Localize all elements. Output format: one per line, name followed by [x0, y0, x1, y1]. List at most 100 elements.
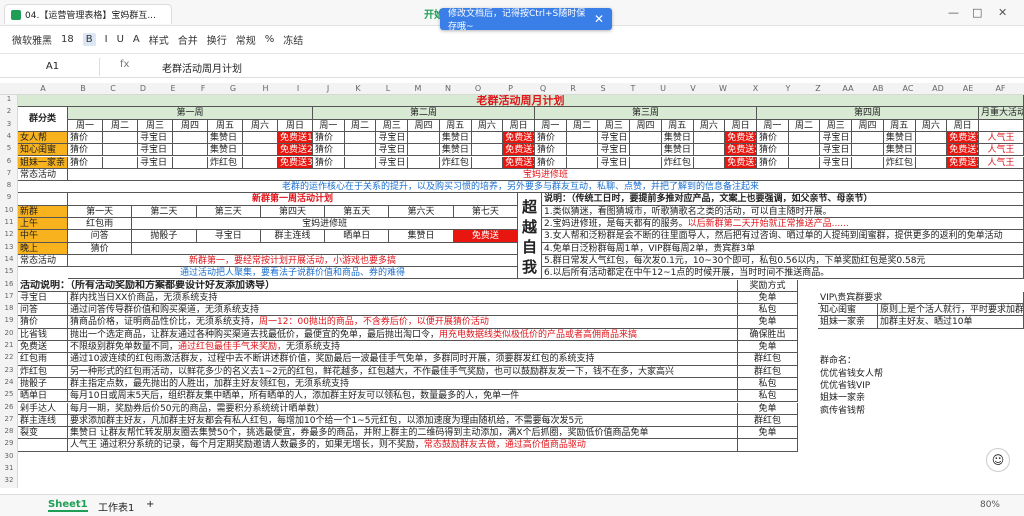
activity-cell[interactable]: 寻宝日 — [820, 131, 853, 145]
column-header[interactable]: G — [218, 83, 248, 95]
row-header[interactable]: 30 — [0, 452, 18, 464]
activity-cell[interactable] — [471, 131, 504, 145]
activity-cell[interactable] — [408, 156, 440, 169]
column-header[interactable]: R — [558, 83, 588, 95]
column-header[interactable]: T — [618, 83, 648, 95]
zoom-level[interactable]: 80% — [980, 500, 1000, 510]
activity-desc[interactable]: 群主指定点数，最先抛出的人胜出，加群主好友领红包，无须系统支持 — [68, 377, 738, 391]
activity-cell[interactable]: 集赞日 — [661, 131, 694, 145]
activity-cell[interactable]: 集赞日 — [883, 144, 916, 157]
column-header[interactable]: C — [98, 83, 128, 95]
row-header[interactable]: 29 — [0, 439, 18, 451]
formula-input[interactable]: 老群活动周月计划 — [162, 60, 242, 75]
activity-reward[interactable]: 私包 — [738, 304, 798, 317]
fx-icon[interactable]: fx — [120, 59, 129, 70]
morning-cell[interactable]: 宝妈进修班 — [132, 218, 518, 231]
column-header[interactable]: AE — [953, 83, 983, 95]
activity-cell[interactable]: 猜价 — [757, 144, 789, 157]
vip-row-req[interactable]: 原则上是个活人就行，平时要求加群 — [878, 304, 1024, 317]
noon-cell[interactable]: 问答 — [68, 230, 133, 243]
column-header[interactable]: H — [248, 83, 283, 95]
day-header[interactable]: 周二 — [103, 119, 138, 132]
activity-cell[interactable]: 集赞日 — [439, 144, 472, 157]
day-header[interactable]: 周日 — [947, 119, 979, 132]
column-header[interactable]: X — [738, 83, 773, 95]
blank[interactable] — [18, 193, 68, 206]
toolbar-item-7[interactable]: 合并 — [178, 32, 198, 47]
activity-cell[interactable] — [344, 144, 377, 157]
activity-cell[interactable]: 猜价 — [757, 156, 789, 169]
column-header[interactable]: L — [373, 83, 403, 95]
activity-cell[interactable]: 猜价 — [313, 131, 345, 145]
toolbar-item-10[interactable]: % — [265, 34, 275, 45]
activity-reward[interactable]: 免单 — [738, 427, 798, 440]
activity-name[interactable]: 剁手达人 — [18, 402, 68, 415]
activity-title[interactable]: 活动说明：（所有活动奖励和方案都要设计好友添加诱导） — [18, 279, 738, 292]
day-header[interactable]: 周四 — [408, 119, 440, 132]
activity-cell[interactable] — [566, 131, 599, 145]
new-day-header[interactable]: 第六天 — [389, 205, 454, 218]
column-header[interactable]: A — [18, 83, 68, 95]
activity-cell[interactable] — [471, 156, 504, 169]
column-header[interactable]: I — [283, 83, 313, 95]
free-gift-cell[interactable]: 免费送3 — [947, 156, 979, 169]
free-gift-cell[interactable]: 免费送2 — [278, 144, 313, 157]
day-header[interactable]: 周一 — [68, 119, 103, 132]
toolbar-item-8[interactable]: 换行 — [207, 32, 227, 47]
column-header[interactable]: K — [343, 83, 373, 95]
noon-cell[interactable]: 抛骰子 — [132, 230, 197, 243]
toolbar-item-9[interactable]: 常规 — [236, 32, 256, 47]
row-header[interactable]: 18 — [0, 304, 18, 316]
activity-desc[interactable]: 另一种形式的红包雨活动，以鲜花多少的名义去1~2元的红包，鲜花越多，红包越大，不… — [68, 365, 738, 378]
activity-cell[interactable]: 猜价 — [313, 156, 345, 169]
row-header[interactable]: 2 — [0, 107, 18, 119]
note-line[interactable]: 4.免单日泛粉群每周1单，VIP群每周2单，贵宾群3单 — [542, 242, 1024, 255]
row-header[interactable]: 6 — [0, 157, 18, 169]
noon-cell[interactable]: 寻宝日 — [196, 230, 261, 243]
free-gift-cell[interactable]: 免费送3 — [503, 156, 535, 169]
column-header[interactable]: J — [313, 83, 343, 95]
activity-name[interactable]: 抛骰子 — [18, 377, 68, 391]
close-window-icon[interactable]: ✕ — [998, 6, 1007, 19]
normal-value[interactable]: 宝妈进修班 — [68, 168, 1024, 182]
day-header[interactable]: 周日 — [725, 119, 757, 132]
activity-cell[interactable] — [566, 156, 599, 169]
activity-cell[interactable] — [915, 156, 948, 169]
activity-cell[interactable] — [103, 131, 138, 145]
toolbar-item-1[interactable]: 18 — [61, 34, 74, 45]
toolbar-item-11[interactable]: 冻结 — [283, 32, 303, 47]
activity-cell[interactable]: 寻宝日 — [598, 156, 631, 169]
activity-cell[interactable] — [852, 131, 884, 145]
activity-name[interactable]: 炸红包 — [18, 365, 68, 378]
monthly-cell[interactable]: 人气王 — [979, 131, 1024, 145]
activity-cell[interactable]: 寻宝日 — [598, 144, 631, 157]
row-header[interactable]: 28 — [0, 427, 18, 439]
day-header[interactable]: 周五 — [661, 119, 694, 132]
row-header[interactable]: 19 — [0, 316, 18, 328]
free-gift-cell[interactable]: 免费送1 — [278, 131, 313, 145]
morning-label[interactable]: 上午 — [18, 218, 68, 231]
row-header[interactable]: 13 — [0, 243, 18, 255]
row-header[interactable]: 7 — [0, 169, 18, 181]
vip-title[interactable]: VIP\贵宾群要求 — [818, 291, 1024, 305]
free-gift-cell[interactable]: 免费送2 — [503, 144, 535, 157]
activity-desc[interactable]: 每月10日或周末5天后，组织群友集中晒单，所有晒单的人，添加群主好友可以领私包，… — [68, 390, 738, 403]
day-header[interactable]: 周三 — [820, 119, 853, 132]
day-header[interactable]: 周一 — [757, 119, 789, 132]
activity-cell[interactable] — [243, 156, 278, 169]
new-day-header[interactable]: 第四天 — [260, 205, 326, 218]
day-header[interactable]: 周四 — [630, 119, 662, 132]
day-header[interactable]: 周三 — [598, 119, 631, 132]
vip-row-name[interactable]: 知心闺蜜 — [818, 304, 878, 317]
activity-cell[interactable] — [693, 131, 726, 145]
activity-name[interactable]: 红包雨 — [18, 353, 68, 366]
row-header[interactable]: 26 — [0, 403, 18, 415]
free-gift-cell[interactable]: 免费送1 — [503, 131, 535, 145]
toolbar-item-5[interactable]: A — [133, 34, 140, 45]
column-header[interactable]: O — [463, 83, 493, 95]
monthly-cell[interactable]: 人气王 — [979, 156, 1024, 169]
activity-cell[interactable]: 猜价 — [68, 144, 103, 157]
activity-cell[interactable]: 猜价 — [68, 156, 103, 169]
group-name[interactable]: 女人帮 — [18, 131, 68, 145]
activity-cell[interactable] — [408, 131, 440, 145]
